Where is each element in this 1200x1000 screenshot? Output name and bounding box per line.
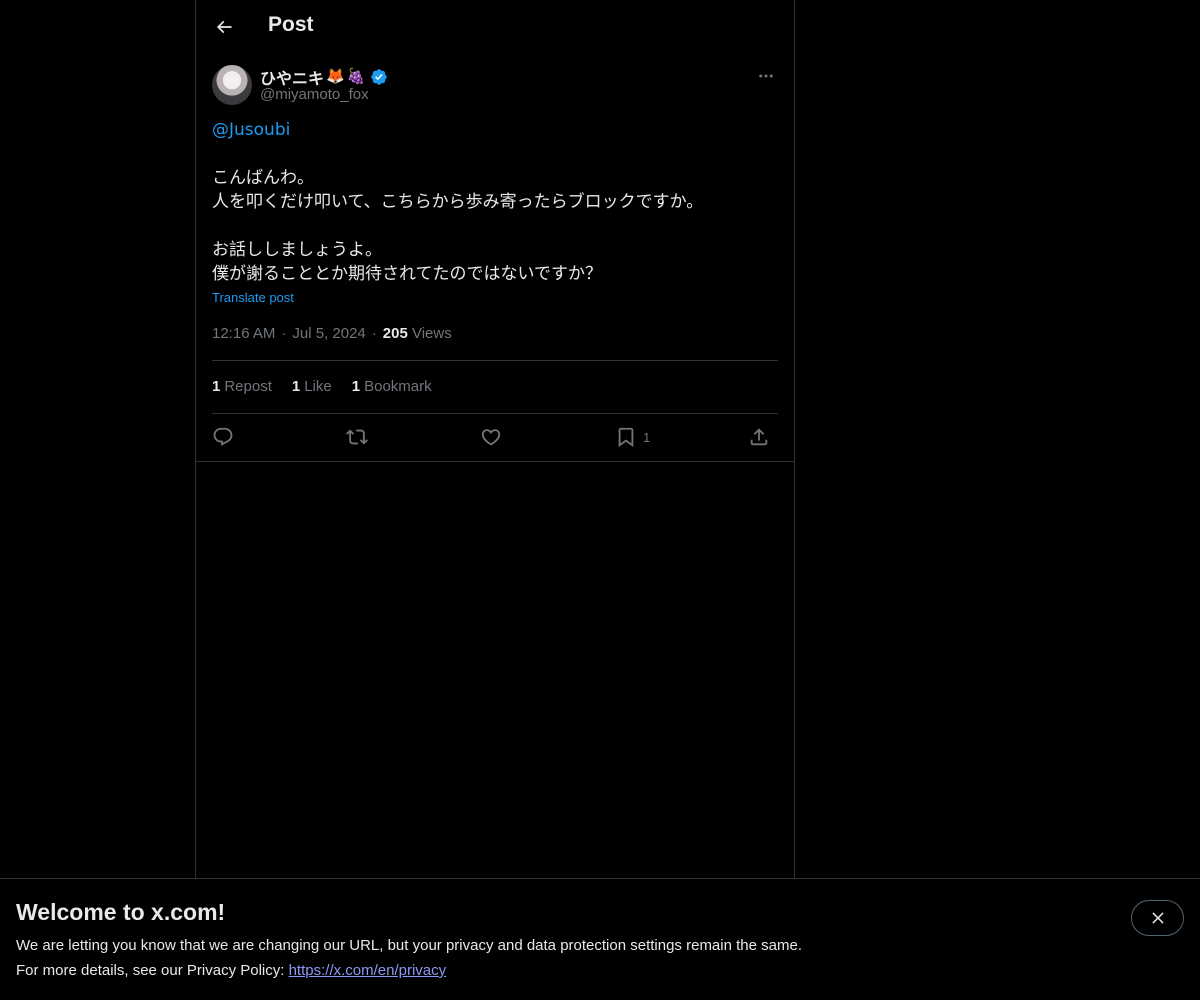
post-line: 僕が謝ることとか期待されてたのではないですか？: [212, 264, 602, 284]
post-stats: 1 Repost 1 Like 1 Bookmark: [212, 378, 432, 395]
repost-icon: [346, 429, 368, 445]
likes-count: 1: [291, 378, 301, 395]
divider: [212, 360, 778, 361]
post-time[interactable]: 12:16 AM: [212, 325, 275, 342]
close-banner-button[interactable]: [1131, 900, 1184, 936]
back-button[interactable]: [208, 11, 240, 43]
close-icon: [1151, 912, 1164, 924]
header: Post: [196, 0, 794, 54]
author-block: ひやニキ 🦊 🍇 @miyamoto_fox: [212, 64, 778, 108]
translate-post-link[interactable]: Translate post: [212, 290, 294, 305]
fox-emoji: 🦊: [326, 68, 345, 85]
like-button[interactable]: [480, 423, 502, 451]
bookmarks-stat[interactable]: 1 Bookmark: [352, 378, 432, 395]
action-bar: 1: [212, 423, 778, 453]
divider: [212, 413, 778, 414]
bookmark-count: 1: [643, 429, 651, 445]
reposts-label: Repost: [224, 378, 272, 395]
mention-link[interactable]: @Jusoubi: [212, 120, 290, 140]
post-line: 人を叩くだけ叩いて、こちらから歩み寄ったらブロックですか。: [212, 192, 704, 212]
separator-dot: ·: [371, 325, 377, 342]
heart-icon: [481, 429, 501, 446]
divider: [196, 461, 794, 462]
bookmark-button[interactable]: 1: [615, 423, 650, 451]
share-icon: [750, 428, 768, 446]
privacy-policy-link[interactable]: https://x.com/en/privacy: [289, 962, 447, 979]
verified-badge-icon: [371, 69, 388, 85]
handle[interactable]: @miyamoto_fox: [260, 86, 369, 103]
reposts-count: 1: [212, 378, 221, 395]
banner-text: For more details, see our Privacy Policy…: [16, 962, 446, 979]
arrow-left-icon: [216, 20, 232, 34]
reply-icon: [213, 427, 233, 446]
views: 205 Views: [383, 325, 452, 342]
likes-stat[interactable]: 1 Like: [292, 378, 332, 395]
post-line: お話ししましょうよ。: [212, 240, 382, 260]
bookmarks-count: 1: [351, 378, 361, 395]
bookmark-icon: [618, 427, 634, 448]
post-date[interactable]: Jul 5, 2024: [292, 325, 365, 342]
views-count: 205: [382, 325, 408, 342]
share-button[interactable]: [748, 423, 770, 451]
banner-text: We are letting you know that we are chan…: [16, 937, 802, 954]
separator-dot: ·: [281, 325, 287, 342]
post-text: @Jusoubi こんばんわ。 人を叩くだけ叩いて、こちらから歩み寄ったらブロッ…: [212, 118, 778, 286]
bookmarks-label: Bookmark: [364, 378, 432, 395]
avatar[interactable]: [212, 65, 252, 105]
post-line: こんばんわ。: [212, 168, 314, 188]
banner-text-prefix: For more details, see our Privacy Policy…: [16, 962, 289, 979]
post-column: Post ひやニキ 🦊 🍇 @miyamoto_fox @Jusoubi こんば…: [195, 0, 795, 878]
more-icon: [759, 74, 773, 78]
repost-button[interactable]: [346, 423, 368, 451]
views-label: Views: [411, 325, 452, 342]
reposts-stat[interactable]: 1 Repost: [212, 378, 272, 395]
page-title: Post: [268, 13, 314, 36]
welcome-banner: Welcome to x.com! We are letting you kno…: [0, 878, 1200, 1000]
grapes-emoji: 🍇: [346, 68, 366, 85]
reply-button[interactable]: [212, 423, 234, 451]
post-meta: 12:16 AM · Jul 5, 2024 · 205 Views: [212, 325, 452, 342]
more-options-button[interactable]: [754, 64, 778, 88]
banner-title: Welcome to x.com!: [16, 899, 226, 925]
likes-label: Like: [304, 378, 332, 395]
